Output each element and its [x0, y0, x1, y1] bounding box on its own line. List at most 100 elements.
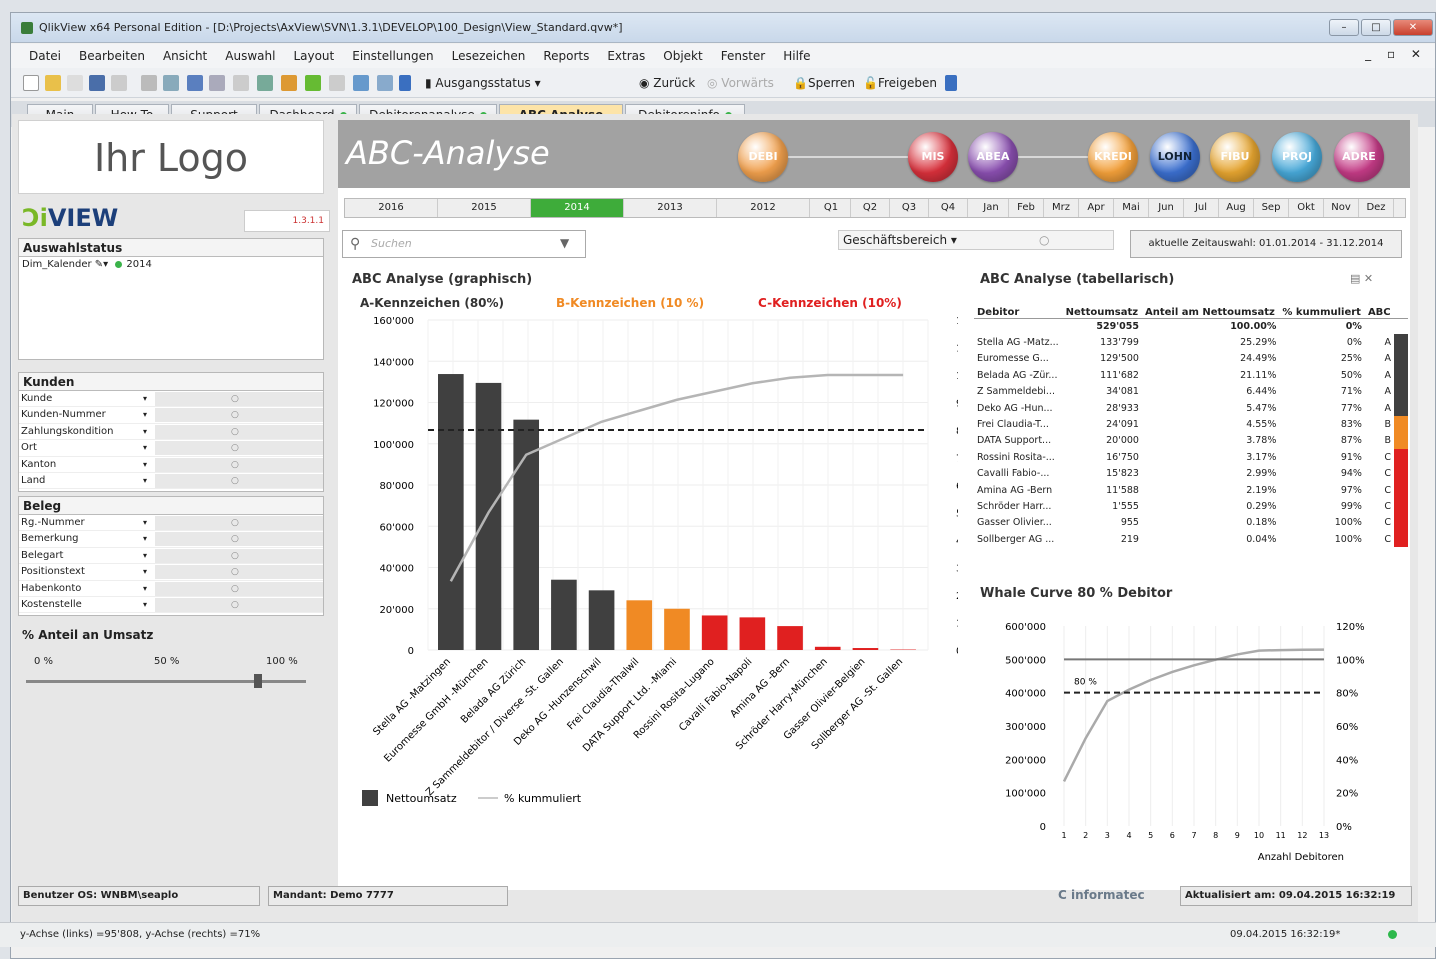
table-row[interactable]: Euromesse G... 129'500 24.49% 25% A [974, 350, 1408, 368]
month-mrz[interactable]: Mrz [1044, 199, 1079, 217]
month-jul[interactable]: Jul [1184, 199, 1219, 217]
table-header[interactable]: Anteil am Nettoumsatz [1141, 290, 1280, 319]
table-row[interactable]: Sollberger AG ... 219 0.04% 100% C [974, 531, 1408, 548]
listbox-row[interactable]: Kanton ▾ ○ [19, 457, 323, 473]
listbox-row[interactable]: Ort ▾ ○ [19, 440, 323, 457]
chevron-down-icon[interactable]: ▼ [560, 236, 569, 250]
bar[interactable] [739, 617, 766, 650]
menu-item-objekt[interactable]: Objekt [663, 44, 702, 68]
year-2012[interactable]: 2012 [717, 199, 810, 217]
year-2013[interactable]: 2013 [624, 199, 717, 217]
open-icon[interactable] [45, 75, 61, 91]
ausgangsstatus-button[interactable]: ▮ Ausgangsstatus ▾ [425, 76, 541, 90]
listbox-row[interactable]: Kunden-Nummer ▾ ○ [19, 407, 323, 424]
table-row[interactable]: Z Sammeldebi... 34'081 6.44% 71% A [974, 383, 1408, 400]
toolbar-handle-icon[interactable] [399, 75, 411, 91]
bar[interactable] [701, 615, 728, 650]
module-abea-button[interactable]: ABEA [968, 132, 1018, 182]
bar[interactable] [551, 579, 577, 650]
search-input[interactable]: Suchen [342, 230, 586, 258]
info-icon[interactable] [377, 75, 393, 91]
tool-icon[interactable] [329, 75, 345, 91]
maximize-button[interactable]: □ [1361, 19, 1391, 36]
quarter-q1[interactable]: Q1 [812, 199, 851, 217]
module-debi-button[interactable]: DEBI [738, 132, 788, 182]
table-row[interactable]: Deko AG -Hun... 28'933 5.47% 77% A [974, 399, 1408, 417]
chart-icon[interactable] [281, 75, 297, 91]
bar[interactable] [664, 608, 690, 650]
close-button[interactable]: ✕ [1393, 19, 1433, 36]
month-sep[interactable]: Sep [1254, 199, 1289, 217]
month-apr[interactable]: Apr [1079, 199, 1114, 217]
year-2014[interactable]: 2014 [531, 199, 624, 217]
listbox-row[interactable]: Belegart ▾ ○ [19, 548, 323, 565]
whale-curve-chart[interactable]: 600'000 500'000 400'000 300'000 200'000 100'0… [974, 606, 1404, 886]
lock-button[interactable]: 🔒Sperren [793, 76, 855, 90]
listbox-row[interactable]: Habenkonto ▾ ○ [19, 581, 323, 597]
redo-icon[interactable] [209, 75, 225, 91]
undo-icon[interactable] [187, 75, 203, 91]
bar[interactable] [852, 648, 879, 650]
month-mai[interactable]: Mai [1114, 199, 1149, 217]
table-row[interactable]: Belada AG -Zür... 111'682 21.11% 50% A [974, 367, 1408, 384]
table-row[interactable]: Schröder Harr... 1'555 0.29% 99% C [974, 498, 1408, 515]
listbox-row[interactable]: Bemerkung ▾ ○ [19, 531, 323, 548]
new-icon[interactable] [23, 75, 39, 91]
table-row[interactable]: Gasser Olivier... 955 0.18% 100% C [974, 514, 1408, 532]
layout-icon[interactable] [257, 75, 273, 91]
module-mis-button[interactable]: MIS [908, 132, 958, 182]
slider-track[interactable] [26, 680, 306, 683]
menu-item-fenster[interactable]: Fenster [721, 44, 766, 68]
bar[interactable] [588, 590, 615, 650]
save-icon[interactable] [89, 75, 105, 91]
year-2016[interactable]: 2016 [345, 199, 438, 217]
bar[interactable] [475, 382, 502, 650]
clear-icon[interactable] [233, 75, 249, 91]
table-row[interactable]: Stella AG -Matz... 133'799 25.29% 0% A [974, 334, 1408, 351]
table-tools-icon[interactable]: ▤ ✕ [1350, 272, 1373, 285]
listbox-row[interactable]: Positionstext ▾ ○ [19, 564, 323, 581]
bar[interactable] [626, 600, 653, 650]
month-okt[interactable]: Okt [1289, 199, 1324, 217]
module-fibu-button[interactable]: FIBU [1210, 132, 1260, 182]
edit-icon[interactable] [141, 75, 157, 91]
bar[interactable] [438, 374, 464, 650]
module-lohn-button[interactable]: LOHN [1150, 132, 1200, 182]
month-aug[interactable]: Aug [1219, 199, 1254, 217]
month-feb[interactable]: Feb [1009, 199, 1044, 217]
year-2015[interactable]: 2015 [438, 199, 531, 217]
star-icon[interactable] [305, 75, 321, 91]
slider-thumb[interactable] [254, 674, 263, 688]
table-row[interactable]: Cavalli Fabio-... 15'823 2.99% 94% C [974, 465, 1408, 482]
listbox-row[interactable]: Zahlungskondition ▾ ○ [19, 424, 323, 441]
forward-button[interactable]: ◎ Vorwärts [707, 76, 774, 90]
reload-icon[interactable] [67, 75, 83, 91]
month-jan[interactable]: Jan [974, 199, 1009, 217]
copy-icon[interactable] [163, 75, 179, 91]
help-icon[interactable] [353, 75, 369, 91]
minimize-button[interactable]: – [1329, 19, 1359, 36]
module-adre-button[interactable]: ADRE [1334, 132, 1384, 182]
menu-item-einstellungen[interactable]: Einstellungen [352, 44, 433, 68]
listbox-row[interactable]: Kostenstelle ▾ ○ [19, 597, 323, 614]
bar[interactable] [814, 646, 841, 650]
menu-item-hilfe[interactable]: Hilfe [783, 44, 810, 68]
quarter-q2[interactable]: Q2 [851, 199, 890, 217]
quarter-q3[interactable]: Q3 [890, 199, 929, 217]
month-jun[interactable]: Jun [1149, 199, 1184, 217]
month-dez[interactable]: Dez [1359, 199, 1394, 217]
listbox-row[interactable]: Rg.-Nummer ▾ ○ [19, 515, 323, 532]
menu-item-reports[interactable]: Reports [543, 44, 589, 68]
geschaeftsbereich-dropdown[interactable]: Geschäftsbereich ▾ ○ [838, 230, 1114, 250]
module-proj-button[interactable]: PROJ [1272, 132, 1322, 182]
menu-item-ansicht[interactable]: Ansicht [163, 44, 207, 68]
listbox-row[interactable]: Kunde ▾ ○ [19, 391, 323, 408]
month-nov[interactable]: Nov [1324, 199, 1359, 217]
abc-pareto-chart[interactable]: 160'000 140'000 120'000 100'000 80'000 60'000… [338, 310, 958, 870]
toolbar-handle-2-icon[interactable] [945, 75, 957, 91]
quarter-q4[interactable]: Q4 [929, 199, 968, 217]
menu-item-auswahl[interactable]: Auswahl [225, 44, 275, 68]
table-row[interactable]: Rossini Rosita-... 16'750 3.17% 91% C [974, 449, 1408, 466]
module-kredi-button[interactable]: KREDI [1088, 132, 1138, 182]
menu-item-bearbeiten[interactable]: Bearbeiten [79, 44, 145, 68]
